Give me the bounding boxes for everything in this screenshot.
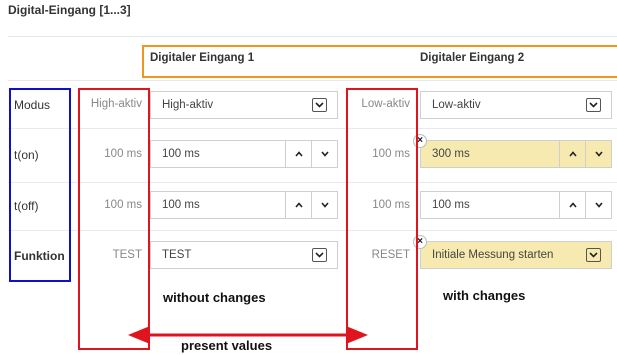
chevron-down-icon[interactable]: [312, 98, 327, 112]
annotation-with-changes: with changes: [443, 288, 526, 303]
funktion-select-2-value: Initiale Messung starten: [432, 249, 554, 261]
toff-spinner-2-value: 100 ms: [432, 199, 470, 211]
chevron-down-icon[interactable]: [586, 98, 601, 112]
chevron-down-icon[interactable]: [585, 141, 611, 167]
chevron-up-icon[interactable]: [285, 141, 311, 167]
funktion-select-1-value: TEST: [162, 249, 192, 261]
chevron-down-icon[interactable]: [312, 248, 327, 262]
toff-spinner-2[interactable]: 100 ms: [420, 191, 612, 219]
chevron-up-icon[interactable]: [285, 192, 311, 218]
row-labels-highlight-box: [9, 88, 71, 282]
toff-spinner-1[interactable]: 100 ms: [150, 191, 338, 219]
column-header-highlight-box: [142, 45, 617, 78]
modus-select-1-value: High-aktiv: [162, 99, 214, 111]
chevron-down-icon[interactable]: [585, 192, 611, 218]
present-values-box-2: [346, 88, 418, 350]
funktion-select-1[interactable]: TEST: [150, 241, 338, 269]
chevron-up-icon[interactable]: [559, 141, 585, 167]
present-values-box-1: [78, 88, 150, 350]
toff-spinner-1-value: 100 ms: [162, 199, 200, 211]
ton-spinner-2-value: 300 ms: [432, 148, 470, 160]
chevron-up-icon[interactable]: [559, 192, 585, 218]
modus-select-1[interactable]: High-aktiv: [150, 91, 338, 119]
modus-select-2[interactable]: Low-aktiv: [420, 91, 612, 119]
ton-spinner-1[interactable]: 100 ms: [150, 140, 338, 168]
funktion-select-2[interactable]: Initiale Messung starten: [420, 241, 612, 269]
panel-title: Digital-Eingang [1...3]: [8, 3, 131, 17]
row-divider: [8, 80, 617, 81]
chevron-down-icon[interactable]: [311, 141, 337, 167]
title-divider: [8, 36, 617, 37]
ton-spinner-1-value: 100 ms: [162, 148, 200, 160]
annotation-without-changes: without changes: [163, 290, 266, 305]
annotation-present-values: present values: [181, 338, 273, 353]
modus-select-2-value: Low-aktiv: [432, 99, 481, 111]
ton-spinner-2[interactable]: 300 ms: [420, 140, 612, 168]
chevron-down-icon[interactable]: [586, 248, 601, 262]
chevron-down-icon[interactable]: [311, 192, 337, 218]
